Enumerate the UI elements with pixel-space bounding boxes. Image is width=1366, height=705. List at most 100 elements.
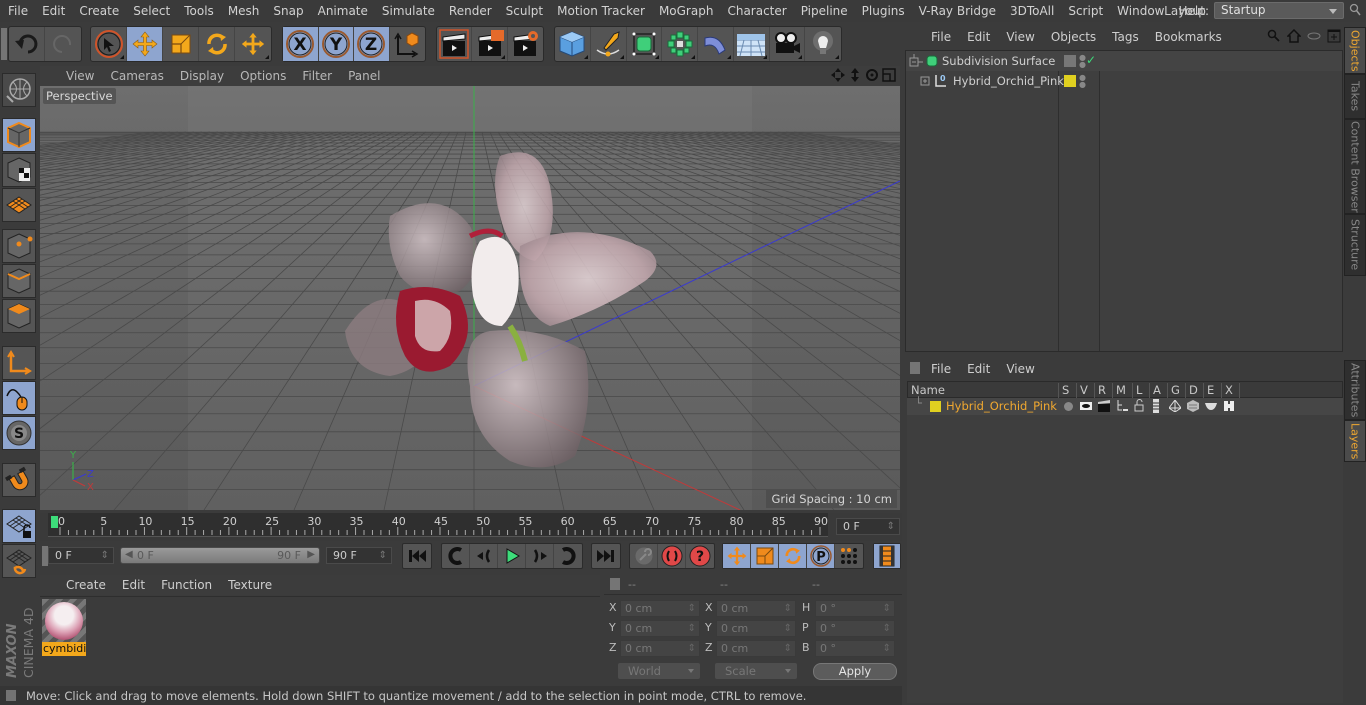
tab-structure[interactable]: Structure: [1344, 214, 1366, 276]
tab-layers[interactable]: Layers: [1344, 420, 1366, 462]
scale-button[interactable]: [163, 27, 199, 61]
coord-value-field[interactable]: 0 °: [815, 640, 895, 657]
coord-value-field[interactable]: 0 cm: [716, 600, 796, 617]
axis-mode-button[interactable]: [2, 346, 36, 380]
column-generators[interactable]: G: [1167, 383, 1180, 398]
solo-toggle[interactable]: [1064, 402, 1073, 411]
render-to-picture-viewer-button[interactable]: [472, 27, 508, 61]
column-manager[interactable]: M: [1112, 383, 1126, 398]
visibility-dots[interactable]: ● ●: [1079, 54, 1086, 69]
column-name[interactable]: Name: [908, 383, 945, 398]
viewport-menu-filter[interactable]: Filter: [294, 69, 340, 83]
unlocked-padlock-icon[interactable]: [1133, 399, 1145, 412]
expand-icon[interactable]: [920, 74, 934, 88]
tab-objects[interactable]: Objects: [1344, 27, 1366, 74]
redo-button[interactable]: [45, 27, 81, 61]
visibility-dots[interactable]: ● ●: [1079, 74, 1086, 89]
menu-3dtoall[interactable]: 3DToAll: [1003, 4, 1061, 18]
last-tool-button[interactable]: [235, 27, 271, 61]
menu-mograph[interactable]: MoGraph: [652, 4, 721, 18]
go-to-start-button[interactable]: [403, 544, 431, 568]
material-menu-texture[interactable]: Texture: [220, 578, 280, 592]
material-menu-function[interactable]: Function: [153, 578, 220, 592]
timeline-window-button[interactable]: [874, 544, 900, 568]
column-view[interactable]: V: [1076, 383, 1088, 398]
record-position-button[interactable]: [723, 544, 751, 568]
y-axis-button[interactable]: Y: [318, 27, 354, 61]
layer-swatch-empty[interactable]: [1064, 55, 1076, 67]
layers-menu-edit[interactable]: Edit: [959, 362, 998, 376]
material-thumbnail[interactable]: [42, 599, 86, 642]
column-xref[interactable]: X: [1221, 383, 1233, 398]
viewport-menu-panel[interactable]: Panel: [340, 69, 388, 83]
rotate-view-icon[interactable]: [865, 68, 879, 82]
objects-menu-file[interactable]: File: [923, 30, 959, 44]
previous-keyframe-button[interactable]: [442, 544, 470, 568]
pan-view-icon[interactable]: [831, 68, 845, 82]
deformer-icon[interactable]: [1187, 400, 1199, 412]
camera-button[interactable]: [770, 27, 806, 61]
cloner-button[interactable]: [662, 27, 698, 61]
workplane-lock-button[interactable]: [2, 509, 36, 543]
menu-render[interactable]: Render: [442, 4, 499, 18]
tab-content-browser[interactable]: Content Browser: [1344, 119, 1366, 214]
record-rotation-button[interactable]: [779, 544, 807, 568]
viewport-menu-options[interactable]: Options: [232, 69, 294, 83]
render-view-button[interactable]: [437, 27, 473, 61]
live-selection-button[interactable]: [91, 27, 127, 61]
menu-snap[interactable]: Snap: [266, 4, 310, 18]
menu-motion-tracker[interactable]: Motion Tracker: [550, 4, 652, 18]
light-button[interactable]: [805, 27, 841, 61]
column-animation[interactable]: A: [1149, 383, 1161, 398]
animation-film-icon[interactable]: [1152, 399, 1160, 413]
model-mode-button[interactable]: [2, 118, 36, 152]
toggle-layout-icon[interactable]: [882, 68, 896, 82]
coord-value-field[interactable]: 0 cm: [620, 600, 700, 617]
previous-frame-button[interactable]: [470, 544, 498, 568]
workplane-align-button[interactable]: [2, 544, 36, 578]
material-menu-create[interactable]: Create: [58, 578, 114, 592]
menu-pipeline[interactable]: Pipeline: [794, 4, 855, 18]
tab-attributes[interactable]: Attributes: [1344, 360, 1366, 420]
zoom-view-icon[interactable]: [848, 68, 862, 82]
column-deformers[interactable]: D: [1185, 383, 1198, 398]
pen-button[interactable]: [591, 27, 627, 61]
play-button[interactable]: [498, 544, 526, 568]
make-editable-button[interactable]: [2, 73, 36, 107]
go-to-end-button[interactable]: [592, 544, 620, 568]
column-solo[interactable]: S: [1058, 383, 1069, 398]
subdivision-surface-button[interactable]: [627, 27, 663, 61]
menu-window[interactable]: Window: [1110, 4, 1171, 18]
layer-color-swatch[interactable]: [930, 401, 941, 412]
layers-menu-view[interactable]: View: [998, 362, 1042, 376]
objects-menu-edit[interactable]: Edit: [959, 30, 998, 44]
edges-mode-button[interactable]: [2, 264, 36, 298]
layer-name[interactable]: Hybrid_Orchid_Pink: [946, 399, 1057, 413]
objects-menu-objects[interactable]: Objects: [1043, 30, 1104, 44]
coordinate-system-dropdown[interactable]: World: [618, 663, 700, 679]
menu-tools[interactable]: Tools: [177, 4, 221, 18]
floor-button[interactable]: [734, 27, 770, 61]
menu-edit[interactable]: Edit: [35, 4, 72, 18]
viewport-menu-cameras[interactable]: Cameras: [102, 69, 171, 83]
menu-sculpt[interactable]: Sculpt: [499, 4, 550, 18]
home-icon[interactable]: [1287, 29, 1301, 43]
z-axis-button[interactable]: Z: [354, 27, 390, 61]
column-expressions[interactable]: E: [1203, 383, 1214, 398]
points-mode-button[interactable]: [2, 229, 36, 263]
timeline-ruler[interactable]: 0 5 10 15 20 25 30 35 40 45 50 55 60 65 70 75 80 85 90: [48, 513, 828, 537]
coord-value-field[interactable]: 0 °: [815, 620, 895, 637]
undo-button[interactable]: [9, 27, 45, 61]
record-point-level-button[interactable]: [835, 544, 863, 568]
toolbar-grip[interactable]: [1, 28, 7, 60]
next-frame-button[interactable]: [526, 544, 554, 568]
cube-button[interactable]: [555, 27, 591, 61]
record-parameter-button[interactable]: P: [807, 544, 835, 568]
layer-swatch[interactable]: [1064, 75, 1076, 87]
snap-button[interactable]: [2, 463, 36, 497]
end-frame-field[interactable]: 90 F: [326, 547, 392, 564]
objects-menu-view[interactable]: View: [998, 30, 1042, 44]
rotate-button[interactable]: [199, 27, 235, 61]
3d-viewport[interactable]: Perspective Y Z X Grid Spacing : 10 cm: [40, 86, 900, 510]
record-active-objects-button[interactable]: [630, 544, 658, 568]
